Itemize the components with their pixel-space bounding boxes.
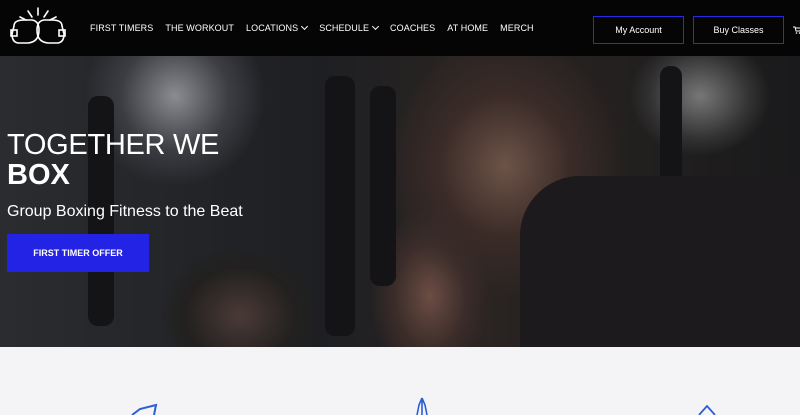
nav-item-coaches[interactable]: COACHES: [390, 23, 435, 33]
hero-title: TOGETHER WE BOX: [7, 130, 219, 190]
main-menu: FIRST TIMERS THE WORKOUT LOCATIONS SCHED…: [90, 0, 546, 56]
feature-icon-left: [131, 403, 158, 415]
punching-bag-image: [325, 76, 355, 336]
feature-icon-center: [416, 397, 428, 415]
boxer-photo-shape: [520, 176, 800, 347]
features-section: [0, 347, 800, 415]
nav-item-locations[interactable]: LOCATIONS: [245, 22, 309, 33]
nav-item-label: FIRST TIMERS: [90, 23, 154, 33]
buy-classes-button[interactable]: Buy Classes: [693, 16, 784, 44]
my-account-button[interactable]: My Account: [593, 16, 684, 44]
chevron-down-icon: [301, 22, 309, 31]
nav-item-at-home[interactable]: AT HOME: [447, 23, 488, 33]
boxing-gloves-logo-icon[interactable]: [6, 6, 70, 50]
hero-title-line: TOGETHER WE: [7, 129, 220, 161]
first-timer-offer-button[interactable]: FIRST TIMER OFFER: [7, 234, 149, 272]
top-navigation-bar: FIRST TIMERS THE WORKOUT LOCATIONS SCHED…: [0, 0, 800, 56]
nav-item-label: COACHES: [390, 23, 436, 33]
chevron-down-icon: [372, 22, 380, 31]
feature-icon-right: [698, 405, 716, 415]
cart-icon[interactable]: [793, 26, 800, 34]
hero-title-emphasis: BOX: [7, 159, 70, 191]
hero-banner: TOGETHER WE BOX Group Boxing Fitness to …: [0, 56, 800, 347]
nav-item-merch[interactable]: MERCH: [500, 23, 534, 33]
nav-item-label: SCHEDULE: [319, 23, 370, 33]
nav-item-first-timers[interactable]: FIRST TIMERS: [90, 23, 153, 33]
nav-item-the-workout[interactable]: THE WORKOUT: [165, 23, 234, 33]
nav-item-label: THE WORKOUT: [165, 23, 234, 33]
nav-item-label: MERCH: [500, 23, 534, 33]
nav-item-label: AT HOME: [447, 23, 489, 33]
nav-item-label: LOCATIONS: [245, 23, 299, 33]
hero-subtitle: Group Boxing Fitness to the Beat: [7, 203, 243, 220]
punching-bag-image: [370, 86, 396, 286]
nav-item-schedule[interactable]: SCHEDULE: [319, 22, 380, 33]
